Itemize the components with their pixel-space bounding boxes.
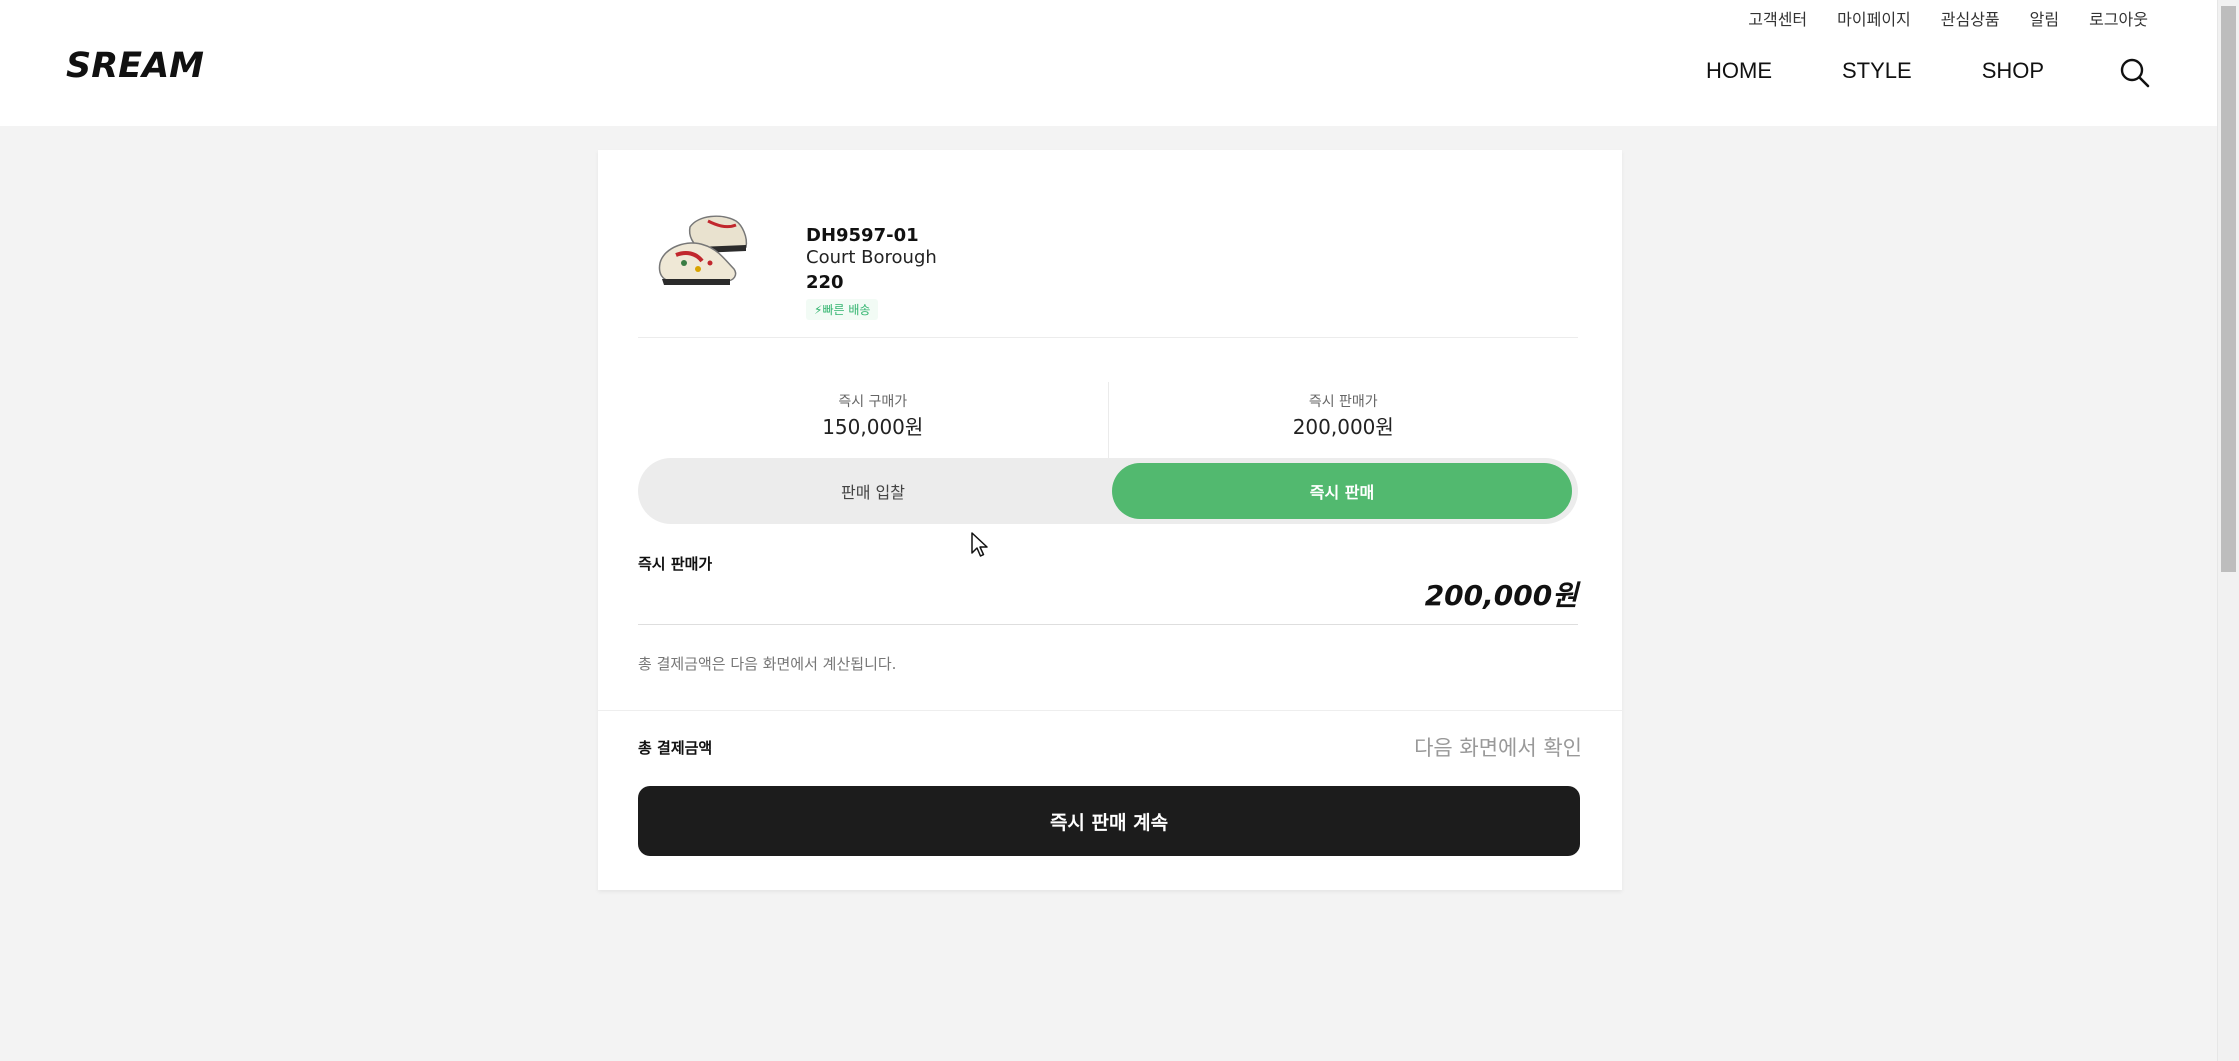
- scrollbar-thumb[interactable]: [2221, 6, 2236, 572]
- product-info: DH9597-01 Court Borough 220 ⚡빠른 배송: [806, 225, 1206, 320]
- product-image: [638, 185, 774, 305]
- nav-home[interactable]: HOME: [1706, 58, 1772, 84]
- util-link-mypage[interactable]: 마이페이지: [1837, 6, 1911, 30]
- instant-sell-amount: 200,000원: [1424, 579, 1578, 612]
- sell-type-toggle: 판매 입찰 즉시 판매: [638, 458, 1578, 524]
- instant-buy-price: 즉시 구매가 150,000원: [638, 382, 1109, 460]
- total-amount-label: 총 결제금액: [638, 739, 713, 757]
- divider: [598, 710, 1622, 711]
- search-icon[interactable]: [2118, 56, 2152, 90]
- sell-card: DH9597-01 Court Borough 220 ⚡빠른 배송 즉시 구매…: [598, 150, 1622, 890]
- mouse-cursor-icon: [970, 531, 990, 559]
- product-model-number: DH9597-01: [806, 225, 919, 246]
- util-link-customer-center[interactable]: 고객센터: [1748, 6, 1807, 30]
- main-nav: HOME STYLE SHOP: [1706, 58, 2044, 84]
- divider: [638, 337, 1578, 338]
- nav-shop[interactable]: SHOP: [1982, 58, 2044, 84]
- util-link-wishlist[interactable]: 관심상품: [1941, 6, 2000, 30]
- tab-instant-sell[interactable]: 즉시 판매: [1112, 463, 1572, 519]
- page-scrollbar[interactable]: [2217, 0, 2239, 1061]
- product-size: 220: [806, 272, 844, 293]
- divider: [638, 624, 1578, 625]
- instant-sell-label: 즉시 판매가: [638, 555, 713, 573]
- nav-style[interactable]: STYLE: [1842, 58, 1912, 84]
- sell-price-value: 200,000원: [1292, 415, 1394, 439]
- site-header: 고객센터 마이페이지 관심상품 알림 로그아웃 SREAM HOME STYLE…: [0, 0, 2218, 126]
- product-name: Court Borough: [806, 247, 937, 268]
- buy-price-label: 즉시 구매가: [838, 394, 908, 410]
- utility-nav: 고객센터 마이페이지 관심상품 알림 로그아웃: [1748, 6, 2148, 30]
- badge-label: 빠른 배송: [822, 303, 871, 317]
- total-note: 총 결제금액은 다음 화면에서 계산됩니다.: [638, 655, 897, 673]
- price-summary: 즉시 구매가 150,000원 즉시 판매가 200,000원: [638, 382, 1578, 460]
- instant-sell-price: 즉시 판매가 200,000원: [1109, 382, 1579, 460]
- fast-delivery-badge: ⚡빠른 배송: [806, 299, 879, 320]
- util-link-logout[interactable]: 로그아웃: [2089, 6, 2148, 30]
- buy-price-value: 150,000원: [822, 415, 924, 439]
- sell-price-label: 즉시 판매가: [1308, 394, 1378, 410]
- total-amount-value: 다음 화면에서 확인: [1414, 736, 1582, 760]
- util-link-notifications[interactable]: 알림: [2030, 6, 2059, 30]
- tab-sell-bid[interactable]: 판매 입찰: [638, 463, 1108, 519]
- continue-instant-sell-button[interactable]: 즉시 판매 계속: [638, 786, 1580, 856]
- site-logo[interactable]: SREAM: [66, 46, 204, 86]
